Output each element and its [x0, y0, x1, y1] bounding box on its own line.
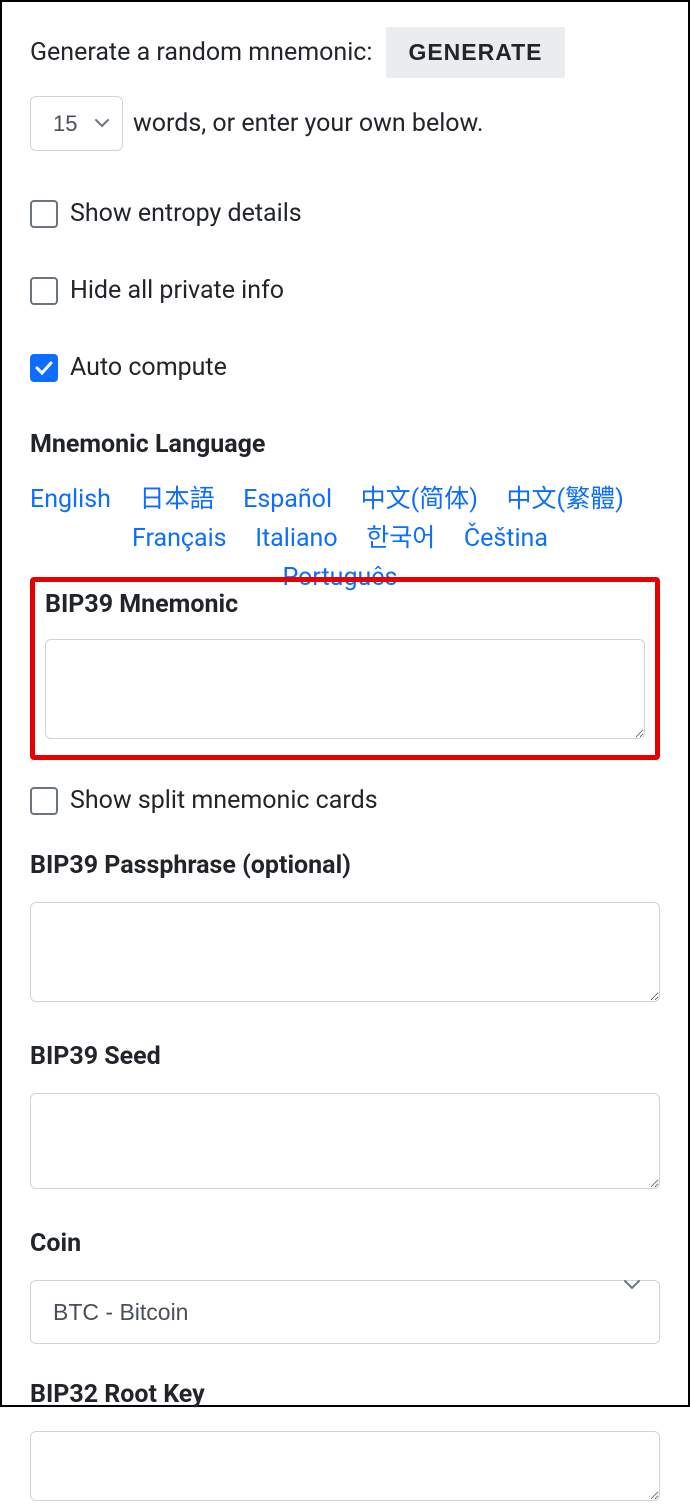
bip39-seed-label: BIP39 Seed	[30, 1042, 660, 1071]
lang-japanese[interactable]: 日本語	[140, 481, 215, 520]
bip39-mnemonic-label: BIP39 Mnemonic	[45, 590, 645, 619]
bip39-seed-input[interactable]	[30, 1093, 660, 1189]
lang-chinese-traditional[interactable]: 中文(繁體)	[507, 481, 624, 520]
lang-korean[interactable]: 한국어	[366, 520, 435, 559]
bip39-passphrase-input[interactable]	[30, 902, 660, 1002]
lang-italian[interactable]: Italiano	[255, 520, 337, 559]
show-entropy-label: Show entropy details	[70, 199, 302, 228]
coin-select[interactable]: BTC - Bitcoin	[30, 1280, 660, 1344]
auto-compute-checkbox[interactable]	[30, 354, 58, 382]
auto-compute-label: Auto compute	[70, 353, 227, 382]
generate-button[interactable]: GENERATE	[386, 27, 564, 78]
bip39-passphrase-label: BIP39 Passphrase (optional)	[30, 851, 660, 880]
show-split-label: Show split mnemonic cards	[70, 786, 378, 815]
bip32-root-key-label: BIP32 Root Key	[30, 1380, 660, 1409]
coin-label: Coin	[30, 1229, 660, 1258]
bip32-root-key-input[interactable]	[30, 1431, 660, 1501]
lang-spanish[interactable]: Español	[243, 481, 332, 520]
lang-english[interactable]: English	[30, 481, 111, 520]
show-entropy-checkbox[interactable]	[30, 200, 58, 228]
hide-private-checkbox[interactable]	[30, 277, 58, 305]
bip39-mnemonic-input[interactable]	[45, 639, 645, 739]
hide-private-label: Hide all private info	[70, 276, 284, 305]
lang-czech[interactable]: Čeština	[464, 520, 548, 559]
word-count-select[interactable]: 15	[30, 96, 123, 151]
generate-label: Generate a random mnemonic:	[30, 38, 372, 67]
mnemonic-language-title: Mnemonic Language	[30, 430, 660, 459]
lang-chinese-simplified[interactable]: 中文(简体)	[361, 481, 478, 520]
word-count-suffix: words, or enter your own below.	[133, 109, 483, 138]
lang-french[interactable]: Français	[132, 520, 227, 559]
bip39-mnemonic-highlight: BIP39 Mnemonic	[30, 577, 660, 760]
show-split-checkbox[interactable]	[30, 787, 58, 815]
